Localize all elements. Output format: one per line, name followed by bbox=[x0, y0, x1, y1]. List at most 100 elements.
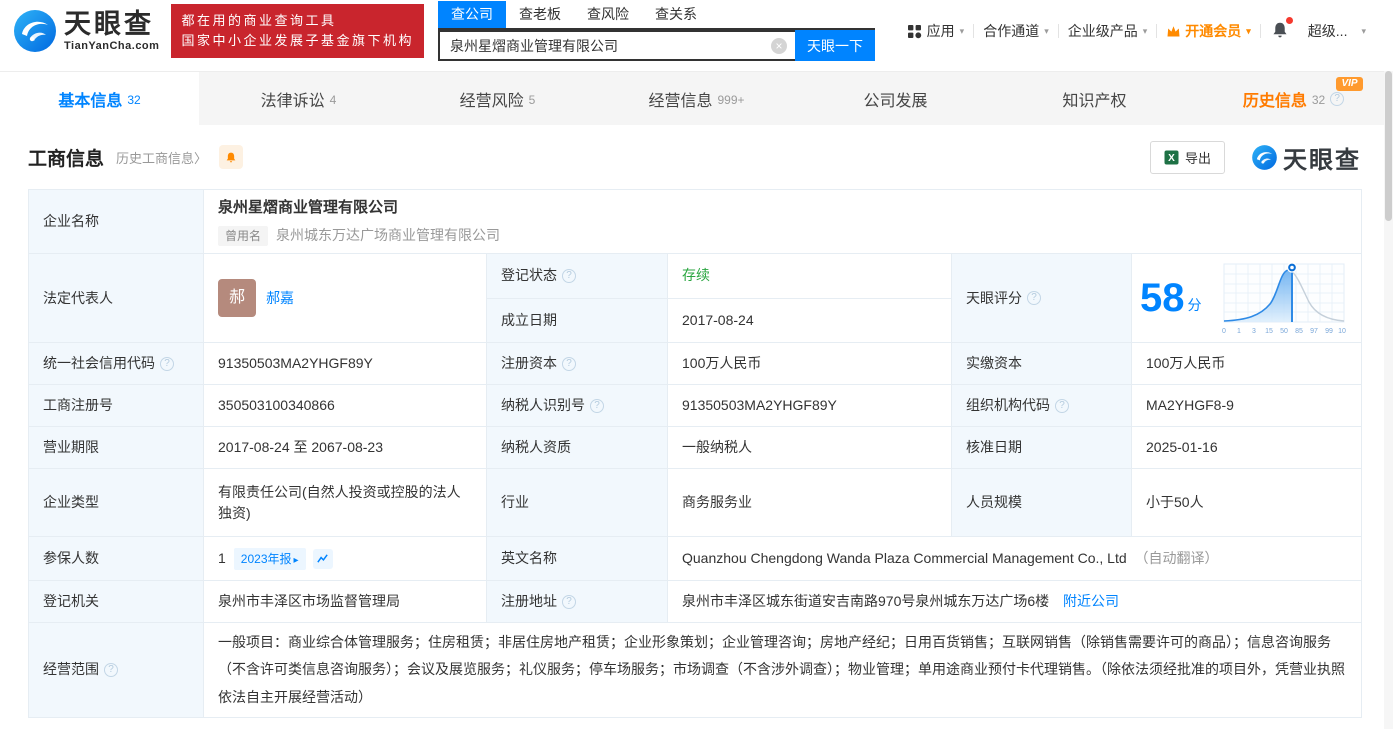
reg-number-label: 工商注册号 bbox=[29, 385, 204, 427]
help-icon[interactable]: ? bbox=[562, 595, 576, 609]
tab-intellectual-property[interactable]: 知识产权 bbox=[995, 72, 1194, 125]
search-tab-boss[interactable]: 查老板 bbox=[506, 1, 574, 28]
registered-address: 泉州市丰泽区城东街道安吉南路970号泉州城东万达广场6楼 bbox=[682, 593, 1049, 609]
scrollbar[interactable] bbox=[1384, 71, 1393, 729]
business-info-table: 企业名称 泉州星熠商业管理有限公司 曾用名 泉州城东万达广场商业管理有限公司 法… bbox=[28, 189, 1362, 718]
former-name: 泉州城东万达广场商业管理有限公司 bbox=[276, 225, 500, 246]
taxpayer-quality-label: 纳税人资质 bbox=[487, 427, 668, 469]
search-tab-company[interactable]: 查公司 bbox=[438, 1, 506, 28]
reg-number-cell: 350503100340866 bbox=[204, 385, 487, 427]
nav-apps[interactable]: 应用 ▾ bbox=[898, 21, 974, 41]
paid-capital-cell: 100万人民币 bbox=[1132, 343, 1362, 385]
tianyancha-logo[interactable]: 天眼查 TianYanCha.com bbox=[12, 8, 159, 54]
logo-domain: TianYanCha.com bbox=[64, 40, 159, 52]
english-name-cell: Quanzhou Chengdong Wanda Plaza Commercia… bbox=[668, 537, 1362, 581]
search-tab-risk[interactable]: 查风险 bbox=[574, 1, 642, 28]
annual-report-link[interactable]: 2023年报 bbox=[234, 548, 306, 570]
status-badge: 存续 bbox=[682, 267, 710, 283]
watermark-logo: 天眼查 bbox=[1251, 140, 1361, 175]
help-icon[interactable]: ? bbox=[1055, 399, 1069, 413]
brand-slogan-banner: 都在用的商业查询工具 国家中小企业发展子基金旗下机构 bbox=[171, 4, 424, 58]
company-name-cell: 泉州星熠商业管理有限公司 曾用名 泉州城东万达广场商业管理有限公司 bbox=[204, 190, 1362, 254]
search-tabs: 查公司 查老板 查风险 查关系 bbox=[438, 1, 875, 30]
company-type-cell: 有限责任公司(自然人投资或控股的法人独资) bbox=[204, 469, 487, 537]
tab-basic-info[interactable]: 基本信息 32 bbox=[0, 72, 199, 125]
address-label: 注册地址? bbox=[487, 581, 668, 623]
clear-input-icon[interactable]: × bbox=[771, 38, 787, 54]
chevron-down-icon: ▾ bbox=[960, 26, 965, 37]
nav-vip-upgrade[interactable]: 开通会员 ▾ bbox=[1157, 21, 1260, 41]
help-icon[interactable]: ? bbox=[104, 663, 118, 677]
nearby-companies-link[interactable]: 附近公司 bbox=[1063, 593, 1119, 609]
table-row: 参保人数 1 2023年报 英文名称 Quanzhou Chengdong Wa… bbox=[29, 537, 1362, 581]
industry-label: 行业 bbox=[487, 469, 668, 537]
help-icon[interactable]: ? bbox=[1330, 92, 1344, 106]
legal-rep-link[interactable]: 郝嘉 bbox=[266, 288, 294, 309]
legal-rep-label: 法定代表人 bbox=[29, 254, 204, 343]
top-nav: 应用 ▾ 合作通道 ▾ 企业级产品 ▾ 开通会员 ▾ bbox=[898, 21, 1375, 42]
staff-size-label: 人员规模 bbox=[952, 469, 1132, 537]
export-button[interactable]: X 导出 bbox=[1150, 141, 1225, 174]
banner-line2: 国家中小企业发展子基金旗下机构 bbox=[181, 31, 414, 51]
english-name: Quanzhou Chengdong Wanda Plaza Commercia… bbox=[682, 550, 1127, 566]
reg-capital-label: 注册资本? bbox=[487, 343, 668, 385]
tab-company-development[interactable]: 公司发展 bbox=[796, 72, 995, 125]
search-input[interactable] bbox=[438, 30, 795, 61]
address-cell: 泉州市丰泽区城东街道安吉南路970号泉州城东万达广场6楼 附近公司 bbox=[668, 581, 1362, 623]
tab-history-info[interactable]: VIP 历史信息 32 ? bbox=[1194, 72, 1393, 125]
help-icon[interactable]: ? bbox=[590, 399, 604, 413]
svg-text:50: 50 bbox=[1280, 328, 1288, 335]
score-distribution-chart: 0 1 3 15 50 85 97 99 100 bbox=[1218, 260, 1346, 336]
tab-legal-proceedings[interactable]: 法律诉讼 4 bbox=[199, 72, 398, 125]
notifications-bell[interactable] bbox=[1261, 21, 1299, 42]
insured-count: 1 bbox=[218, 548, 226, 569]
svg-text:0: 0 bbox=[1222, 328, 1226, 335]
section-header: 工商信息 历史工商信息〉 X 导出 天眼查 bbox=[0, 125, 1393, 189]
help-icon[interactable]: ? bbox=[562, 269, 576, 283]
biz-term-cell: 2017-08-24 至 2067-08-23 bbox=[204, 427, 487, 469]
nav-partner[interactable]: 合作通道 ▾ bbox=[974, 21, 1058, 41]
company-type-label: 企业类型 bbox=[29, 469, 204, 537]
tab-operating-info[interactable]: 经营信息 999+ bbox=[597, 72, 796, 125]
trend-chart-icon[interactable] bbox=[313, 549, 333, 569]
uscc-cell: 91350503MA2YHGF89Y bbox=[204, 343, 487, 385]
org-code-cell: MA2YHGF8-9 bbox=[1132, 385, 1362, 427]
score-label: 天眼评分? bbox=[952, 254, 1132, 343]
search-tab-relation[interactable]: 查关系 bbox=[642, 1, 710, 28]
help-icon[interactable]: ? bbox=[562, 357, 576, 371]
uscc-label: 统一社会信用代码? bbox=[29, 343, 204, 385]
reg-status-label: 登记状态? bbox=[487, 254, 668, 299]
history-business-info-link[interactable]: 历史工商信息〉 bbox=[116, 148, 207, 167]
vip-badge: VIP bbox=[1336, 77, 1362, 91]
chevron-down-icon: ▾ bbox=[1246, 26, 1251, 37]
company-name-label: 企业名称 bbox=[29, 190, 204, 254]
insured-label: 参保人数 bbox=[29, 537, 204, 581]
search-button[interactable]: 天眼一下 bbox=[795, 30, 875, 61]
svg-text:1: 1 bbox=[1237, 328, 1241, 335]
help-icon[interactable]: ? bbox=[1027, 291, 1041, 305]
english-name-label: 英文名称 bbox=[487, 537, 668, 581]
business-scope-label: 经营范围? bbox=[29, 623, 204, 718]
monitor-bell-button[interactable] bbox=[219, 145, 243, 169]
logo-swirl-icon bbox=[12, 8, 58, 54]
paid-capital-label: 实缴资本 bbox=[952, 343, 1132, 385]
svg-text:99: 99 bbox=[1325, 328, 1333, 335]
grid-apps-icon bbox=[907, 24, 922, 39]
tab-operating-risk[interactable]: 经营风险 5 bbox=[398, 72, 597, 125]
staff-size-cell: 小于50人 bbox=[1132, 469, 1362, 537]
avatar[interactable]: 郝 bbox=[218, 279, 256, 317]
taxpayer-id-label: 纳税人识别号? bbox=[487, 385, 668, 427]
logo-swirl-icon bbox=[1251, 144, 1278, 171]
excel-icon: X bbox=[1164, 150, 1179, 165]
nav-enterprise[interactable]: 企业级产品 ▾ bbox=[1059, 21, 1157, 41]
help-icon[interactable]: ? bbox=[160, 357, 174, 371]
nav-super-vip[interactable]: 超级... ▾ bbox=[1299, 21, 1375, 41]
auto-translate-note: （自动翻译） bbox=[1135, 550, 1219, 566]
crown-icon bbox=[1166, 25, 1181, 38]
chevron-down-icon: ▾ bbox=[1361, 26, 1366, 37]
chevron-down-icon: ▾ bbox=[1044, 26, 1049, 37]
table-row: 企业名称 泉州星熠商业管理有限公司 曾用名 泉州城东万达广场商业管理有限公司 bbox=[29, 190, 1362, 254]
scrollbar-thumb[interactable] bbox=[1385, 71, 1392, 221]
search-area: 查公司 查老板 查风险 查关系 × 天眼一下 bbox=[438, 1, 875, 61]
svg-text:3: 3 bbox=[1252, 328, 1256, 335]
